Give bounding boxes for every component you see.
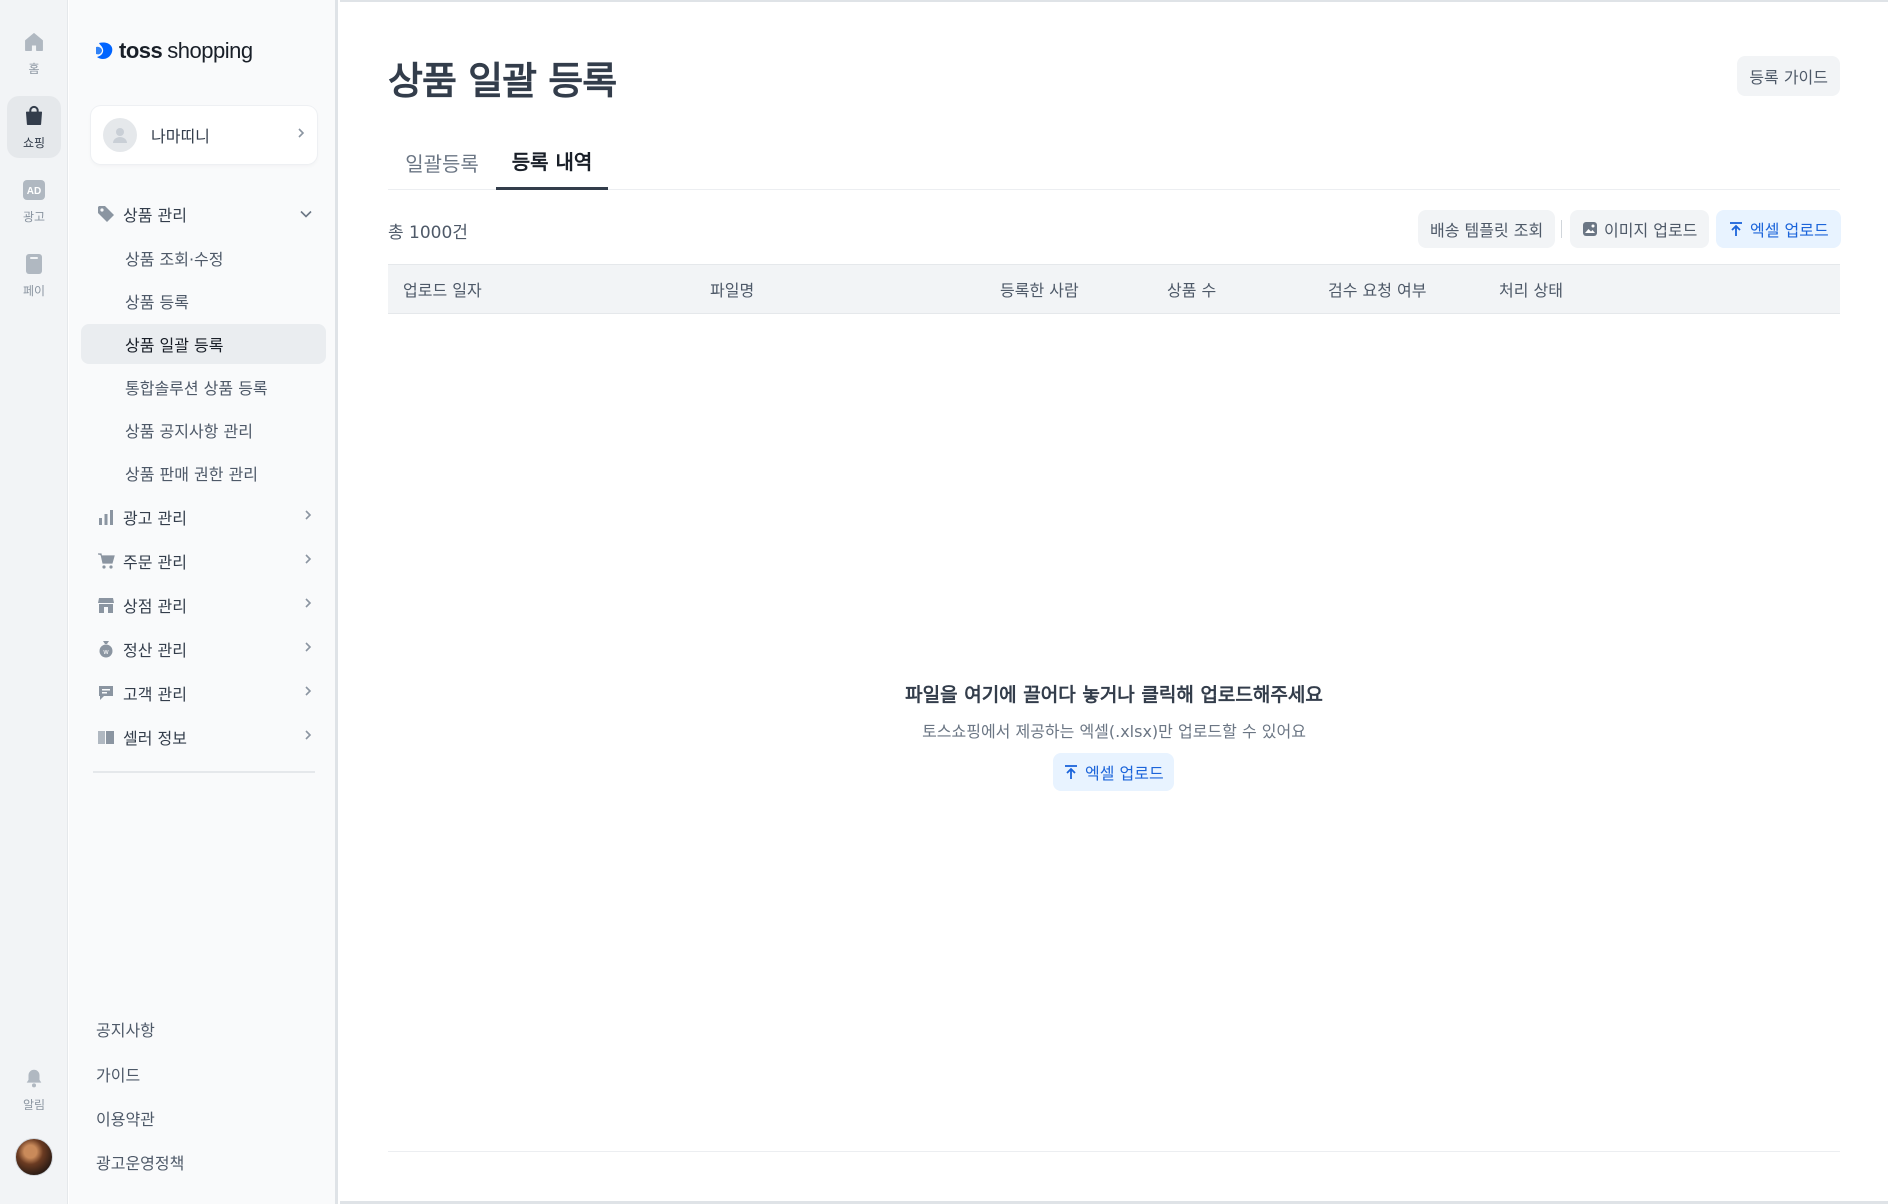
rail-label-home: 홈: [28, 61, 40, 76]
nav-sub-product-notice[interactable]: 상품 공지사항 관리: [81, 410, 326, 450]
nav-group-label: 상품 관리: [123, 206, 187, 225]
chevron-down-icon: [300, 206, 312, 222]
sidebar: toss shopping 나마띠니 상품 관리 상품 조회·수정 상품 등록 …: [69, 0, 338, 1204]
main-content: 상품 일괄 등록 등록 가이드 일괄등록 등록 내역 총 1000건 배송 템플…: [340, 0, 1888, 1204]
column-review-request[interactable]: 검수 요청 여부: [1328, 265, 1427, 313]
chat-bubble-icon: [97, 684, 115, 702]
ad-icon: AD: [22, 178, 46, 202]
nav-group-label: 광고 관리: [123, 509, 187, 528]
shipping-template-label: 배송 템플릿 조회: [1430, 221, 1544, 240]
rail-label-pay: 페이: [22, 283, 46, 298]
store-name: 나마띠니: [151, 127, 210, 146]
shopping-bag-icon: [22, 104, 46, 128]
footer-link-notice[interactable]: 공지사항: [96, 1017, 155, 1041]
toss-logo-icon: [93, 39, 117, 63]
page-title: 상품 일괄 등록: [388, 59, 617, 103]
tab-registration-history[interactable]: 등록 내역: [496, 134, 608, 190]
svg-text:w: w: [103, 648, 109, 656]
shipping-template-button[interactable]: 배송 템플릿 조회: [1418, 210, 1556, 248]
toss-shopping-logo[interactable]: toss shopping: [93, 38, 253, 64]
footer-link-guide[interactable]: 가이드: [96, 1062, 140, 1086]
store-icon: [97, 596, 115, 614]
tab-bulk-register[interactable]: 일괄등록: [388, 134, 496, 190]
app-rail: 홈 쇼핑 AD 광고 페이 알림: [0, 0, 68, 1204]
image-upload-button[interactable]: 이미지 업로드: [1570, 210, 1710, 248]
excel-upload-button[interactable]: 엑셀 업로드: [1716, 210, 1841, 248]
column-process-status[interactable]: 처리 상태: [1499, 265, 1563, 313]
nav-group-customer-management[interactable]: 고객 관리: [81, 673, 326, 713]
nav-group-label: 정산 관리: [123, 641, 187, 660]
cart-icon: [97, 552, 115, 570]
rail-item-pay[interactable]: 페이: [7, 244, 61, 306]
nav-group-order-management[interactable]: 주문 관리: [81, 541, 326, 581]
nav-group-ad-management[interactable]: 광고 관리: [81, 497, 326, 537]
tag-icon: [97, 205, 115, 223]
chevron-right-icon: [304, 553, 312, 569]
image-icon: [1582, 221, 1598, 237]
empty-excel-upload-button[interactable]: 엑셀 업로드: [1053, 753, 1174, 791]
upload-arrow-icon: [1063, 764, 1079, 780]
rail-label-notifications: 알림: [22, 1097, 46, 1112]
logo-word-shopping: shopping: [167, 38, 253, 63]
action-separator: [1561, 220, 1562, 238]
footer-link-terms[interactable]: 이용약관: [96, 1106, 155, 1130]
footer-link-ad-policy[interactable]: 광고운영정책: [96, 1150, 184, 1174]
image-upload-label: 이미지 업로드: [1604, 221, 1698, 240]
chevron-right-icon: [304, 729, 312, 745]
store-selector[interactable]: 나마띠니: [91, 106, 317, 164]
user-avatar[interactable]: [15, 1138, 53, 1176]
column-file-name[interactable]: 파일명: [710, 265, 754, 313]
rail-item-ad[interactable]: AD 광고: [7, 170, 61, 232]
nav-sub-product-register[interactable]: 상품 등록: [81, 281, 326, 321]
registration-guide-button[interactable]: 등록 가이드: [1737, 56, 1840, 96]
nav-sub-sales-permission[interactable]: 상품 판매 권한 관리: [81, 453, 326, 493]
rail-item-shopping[interactable]: 쇼핑: [7, 96, 61, 158]
money-bag-icon: w: [97, 640, 115, 658]
nav-sub-product-bulk-register[interactable]: 상품 일괄 등록: [81, 324, 326, 364]
chevron-right-icon: [304, 597, 312, 613]
bar-chart-icon: [97, 508, 115, 526]
nav-group-seller-info[interactable]: 셀러 정보: [81, 717, 326, 757]
upload-arrow-icon: [1728, 221, 1744, 237]
ad-badge-text: AD: [27, 186, 41, 197]
nav-group-label: 주문 관리: [123, 553, 187, 572]
total-count: 총 1000건: [388, 223, 468, 243]
chevron-right-icon: [304, 685, 312, 701]
nav-group-label: 상점 관리: [123, 597, 187, 616]
nav-sub-integrated-solution[interactable]: 통합솔루션 상품 등록: [81, 367, 326, 407]
column-upload-date[interactable]: 업로드 일자: [403, 265, 482, 313]
nav-group-store-management[interactable]: 상점 관리: [81, 585, 326, 625]
store-avatar-icon: [103, 118, 137, 152]
nav-sub-product-list[interactable]: 상품 조회·수정: [81, 238, 326, 278]
tab-bar: 일괄등록 등록 내역: [388, 134, 1840, 190]
nav-group-label: 셀러 정보: [123, 729, 187, 748]
table-header: 업로드 일자 파일명 등록한 사람 상품 수 검수 요청 여부 처리 상태: [388, 264, 1840, 314]
home-icon: [22, 30, 46, 54]
bell-icon: [22, 1066, 46, 1090]
content-bottom-divider: [388, 1151, 1840, 1152]
rail-item-home[interactable]: 홈: [7, 22, 61, 84]
rail-label-shopping: 쇼핑: [22, 135, 46, 150]
empty-excel-upload-label: 엑셀 업로드: [1085, 764, 1164, 783]
column-product-count[interactable]: 상품 수: [1167, 265, 1216, 313]
pay-card-icon: [22, 252, 46, 276]
rail-label-ad: 광고: [22, 209, 46, 224]
nav-group-settlement-management[interactable]: w 정산 관리: [81, 629, 326, 669]
chevron-right-icon: [297, 127, 305, 143]
id-card-icon: [97, 728, 115, 746]
sidebar-divider: [93, 771, 315, 773]
rail-item-notifications[interactable]: 알림: [7, 1058, 61, 1120]
excel-upload-label: 엑셀 업로드: [1750, 221, 1829, 240]
chevron-right-icon: [304, 641, 312, 657]
nav-group-label: 고객 관리: [123, 685, 187, 704]
nav-group-product-management[interactable]: 상품 관리: [81, 194, 326, 234]
empty-state-title[interactable]: 파일을 여기에 끌어다 놓거나 클릭해 업로드해주세요: [388, 680, 1840, 707]
chevron-right-icon: [304, 509, 312, 525]
column-registered-by[interactable]: 등록한 사람: [1000, 265, 1079, 313]
empty-state-subtitle: 토스쇼핑에서 제공하는 엑셀(.xlsx)만 업로드할 수 있어요: [922, 722, 1306, 741]
logo-word-toss: toss: [119, 38, 163, 63]
